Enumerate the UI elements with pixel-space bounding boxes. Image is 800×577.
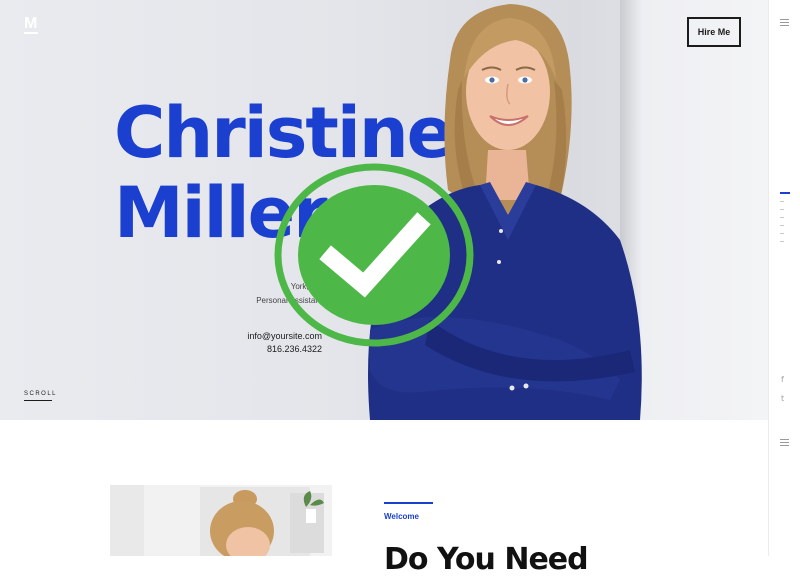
- menu-icon[interactable]: [780, 19, 789, 26]
- scroll-underline: [24, 400, 52, 401]
- check-circle-icon: [274, 163, 474, 347]
- logo-underline: [24, 32, 38, 34]
- pagination-tick[interactable]: [780, 225, 784, 226]
- site-logo[interactable]: M: [24, 15, 37, 33]
- right-rail: [768, 0, 800, 556]
- pagination-tick[interactable]: [780, 233, 784, 234]
- about-photo: [110, 485, 332, 556]
- scroll-indicator[interactable]: SCROLL: [24, 391, 57, 397]
- welcome-accent-line: [384, 502, 433, 504]
- pagination-tick[interactable]: [780, 201, 784, 202]
- pagination-tick[interactable]: [780, 217, 784, 218]
- about-photo-image: [110, 485, 332, 556]
- pagination-tick[interactable]: [780, 241, 784, 242]
- menu-icon-secondary[interactable]: [780, 439, 789, 446]
- about-heading: Do You Need: [384, 542, 589, 577]
- pagination-tick[interactable]: [780, 209, 784, 210]
- hero-section: M Hire Me Christine Miller York, Persona…: [0, 0, 768, 420]
- welcome-label: Welcome: [384, 512, 419, 521]
- section-pagination[interactable]: [780, 192, 790, 249]
- facebook-icon[interactable]: f: [781, 375, 784, 384]
- pagination-active-tick[interactable]: [780, 192, 790, 194]
- twitter-icon[interactable]: t: [781, 394, 784, 403]
- hire-me-button[interactable]: Hire Me: [687, 17, 741, 47]
